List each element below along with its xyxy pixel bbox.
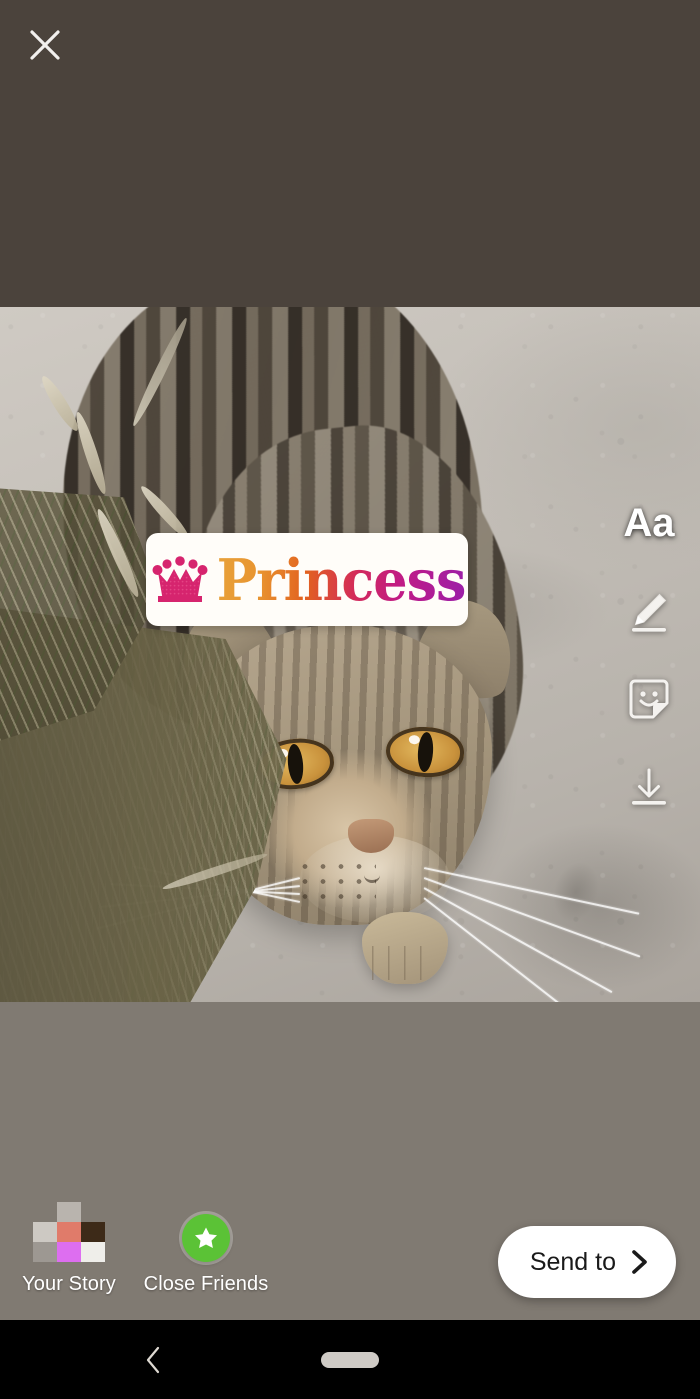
your-story-button[interactable]: Your Story: [14, 1202, 124, 1296]
nav-back-button[interactable]: [132, 1338, 176, 1382]
text-tool-button[interactable]: Aa: [618, 492, 680, 554]
download-icon: [632, 768, 666, 805]
letterbox-top: [0, 0, 700, 307]
close-friends-label: Close Friends: [143, 1273, 269, 1295]
princess-text-sticker[interactable]: Princess: [146, 533, 468, 626]
cat-whisker-pads: [296, 859, 376, 899]
cat-paw: [362, 912, 448, 984]
android-nav-bar: [0, 1320, 700, 1399]
story-photo-canvas[interactable]: [0, 307, 700, 1002]
close-friends-button[interactable]: Close Friends: [137, 1214, 275, 1296]
crown-icon: [152, 555, 208, 602]
sticker-icon: [629, 679, 669, 719]
share-bar: Your Story Close Friends Send to: [0, 1002, 700, 1320]
star-icon: [195, 1227, 217, 1248]
chevron-left-icon: [146, 1346, 160, 1373]
send-to-label: Send to: [529, 1247, 616, 1276]
aa-icon: Aa: [623, 501, 675, 545]
pen-icon: [632, 593, 667, 632]
send-to-button[interactable]: Send to: [497, 1226, 676, 1298]
nav-home-pill[interactable]: [321, 1351, 379, 1368]
story-editor-screen: Princess Aa Your Story Close Friends Sen…: [0, 0, 700, 1399]
close-button[interactable]: [20, 20, 70, 70]
sticker-tool-button[interactable]: [618, 668, 680, 730]
your-story-label: Your Story: [22, 1273, 116, 1295]
close-icon: [30, 30, 60, 60]
save-tool-button[interactable]: [618, 756, 680, 818]
chevron-right-icon: [632, 1250, 647, 1274]
tool-rail: Aa: [606, 492, 692, 818]
pixelated-avatar: [33, 1202, 105, 1262]
close-friends-badge: [182, 1214, 230, 1262]
sticker-text: Princess: [216, 545, 467, 614]
draw-tool-button[interactable]: [618, 580, 680, 642]
